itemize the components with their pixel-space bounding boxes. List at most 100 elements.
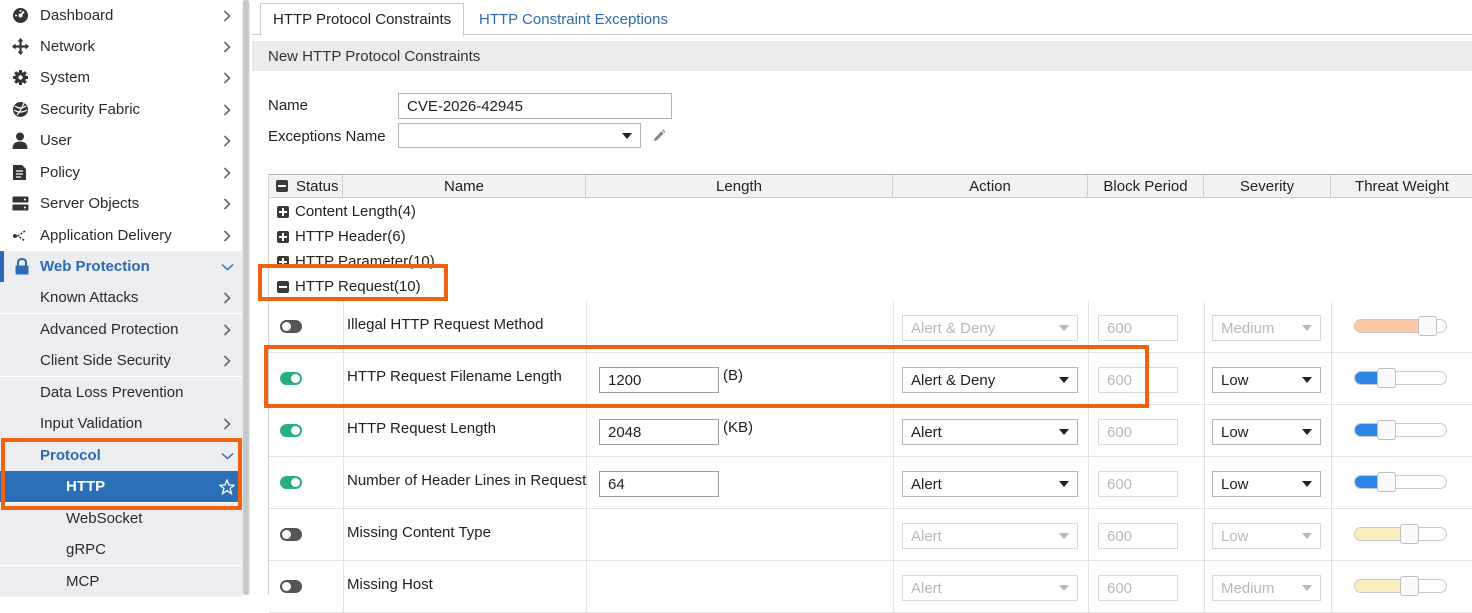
block-period-input[interactable]: 600 [1098,367,1178,393]
slider-thumb[interactable] [1377,420,1396,440]
sidebar-item-http[interactable]: HTTP [0,471,242,502]
sidebar-item-mcp[interactable]: MCP [0,566,242,597]
status-toggle[interactable] [280,476,302,489]
status-toggle[interactable] [280,424,302,437]
action-select[interactable]: Alert & Deny [902,315,1078,341]
slider-thumb[interactable] [1377,472,1396,492]
length-input[interactable]: 64 [599,471,719,497]
sidebar-item-server-objects[interactable]: Server Objects [0,188,242,219]
collapse-all-icon[interactable] [276,180,288,192]
column-name[interactable]: Name [343,175,586,197]
threat-weight-slider[interactable] [1354,368,1447,388]
group-content-length[interactable]: Content Length(4) [277,199,416,224]
action-value: Alert & Deny [911,371,996,389]
server-icon [0,196,40,211]
block-period-input[interactable]: 600 [1098,419,1178,445]
sidebar-item-system[interactable]: System [0,62,242,93]
sidebar-item-input-validation[interactable]: Input Validation [0,408,242,439]
severity-select[interactable]: Medium [1212,315,1321,341]
action-select[interactable]: Alert [902,575,1078,601]
severity-select[interactable]: Low [1212,419,1321,445]
block-period-input[interactable]: 600 [1098,523,1178,549]
constraint-name: Missing Host [347,576,433,593]
section-title: New HTTP Protocol Constraints [268,47,481,65]
sidebar-item-label: Web Protection [40,258,150,275]
table-row: HTTP Request Filename Length 1200 (B) Alert… [269,353,1472,405]
column-divider [1088,353,1089,405]
app-delivery-icon [0,229,40,243]
group-http-parameter[interactable]: HTTP Parameter(10) [277,249,435,274]
sidebar-item-data-loss-prevention[interactable]: Data Loss Prevention [0,377,242,408]
column-block-period[interactable]: Block Period [1088,175,1204,197]
chevron-right-icon [212,103,242,116]
length-input[interactable]: 1200 [599,367,719,393]
column-divider [1204,457,1205,509]
slider-thumb[interactable] [1418,316,1437,336]
action-select[interactable]: Alert [902,523,1078,549]
sidebar-item-label: Dashboard [40,7,114,24]
threat-weight-slider[interactable] [1354,524,1447,544]
sidebar-item-advanced-protection[interactable]: Advanced Protection [0,314,242,345]
column-length[interactable]: Length [586,175,893,197]
status-toggle[interactable] [280,580,302,593]
column-divider [586,509,587,561]
sidebar-item-client-side-security[interactable]: Client Side Security [0,345,242,376]
sidebar-item-security-fabric[interactable]: Security Fabric [0,94,242,125]
severity-select[interactable]: Low [1212,471,1321,497]
slider-thumb[interactable] [1377,368,1396,388]
threat-weight-slider[interactable] [1354,472,1447,492]
column-divider [1204,301,1205,353]
sidebar-item-known-attacks[interactable]: Known Attacks [0,282,242,313]
severity-select[interactable]: Medium [1212,575,1321,601]
column-severity[interactable]: Severity [1204,175,1331,197]
tab-http-constraint-exceptions[interactable]: HTTP Constraint Exceptions [467,3,680,35]
severity-select[interactable]: Low [1212,367,1321,393]
action-select[interactable]: Alert & Deny [902,367,1078,393]
threat-weight-slider[interactable] [1354,576,1447,596]
sidebar-item-grpc[interactable]: gRPC [0,534,242,565]
action-select[interactable]: Alert [902,471,1078,497]
status-toggle[interactable] [280,372,302,385]
status-toggle[interactable] [280,320,302,333]
sidebar-item-websocket[interactable]: WebSocket [0,503,242,534]
block-period-input[interactable]: 600 [1098,315,1178,341]
name-input[interactable]: CVE-2026-42945 [398,93,672,119]
sidebar-item-network[interactable]: Network [0,31,242,62]
threat-weight-slider[interactable] [1354,420,1447,440]
sidebar-item-policy[interactable]: Policy [0,157,242,188]
block-period-input[interactable]: 600 [1098,575,1178,601]
sidebar-item-application-delivery[interactable]: Application Delivery [0,220,242,251]
column-divider [586,301,587,353]
expand-icon[interactable] [277,255,289,268]
sidebar-item-web-protection[interactable]: Web Protection [0,251,242,282]
exceptions-name-select[interactable] [398,123,641,148]
sidebar-item-protocol[interactable]: Protocol [0,440,242,471]
scrollbar-thumb[interactable] [243,0,249,595]
severity-select[interactable]: Low [1212,523,1321,549]
expand-icon[interactable] [277,230,289,243]
column-threat-weight[interactable]: Threat Weight [1331,175,1472,197]
column-status[interactable]: Status [269,175,343,197]
group-http-request[interactable]: HTTP Request(10) [277,274,421,299]
expand-icon[interactable] [277,205,289,218]
sidebar-scrollbar[interactable] [242,0,250,595]
slider-thumb[interactable] [1400,576,1419,596]
slider-thumb[interactable] [1400,524,1419,544]
gear-icon [0,69,40,86]
action-select[interactable]: Alert [902,419,1078,445]
column-divider [893,457,894,509]
dropdown-caret-icon [1059,533,1069,539]
group-http-header[interactable]: HTTP Header(6) [277,224,406,249]
column-action[interactable]: Action [893,175,1088,197]
column-divider [586,561,587,613]
length-input[interactable]: 2048 [599,419,719,445]
status-toggle[interactable] [280,528,302,541]
star-icon[interactable] [212,478,242,495]
block-period-input[interactable]: 600 [1098,471,1178,497]
threat-weight-slider[interactable] [1354,316,1447,336]
sidebar-item-dashboard[interactable]: Dashboard [0,0,242,31]
sidebar-item-user[interactable]: User [0,125,242,156]
collapse-icon[interactable] [277,280,289,293]
tab-http-protocol-constraints[interactable]: HTTP Protocol Constraints [260,3,465,36]
edit-pencil-icon[interactable] [652,129,666,147]
